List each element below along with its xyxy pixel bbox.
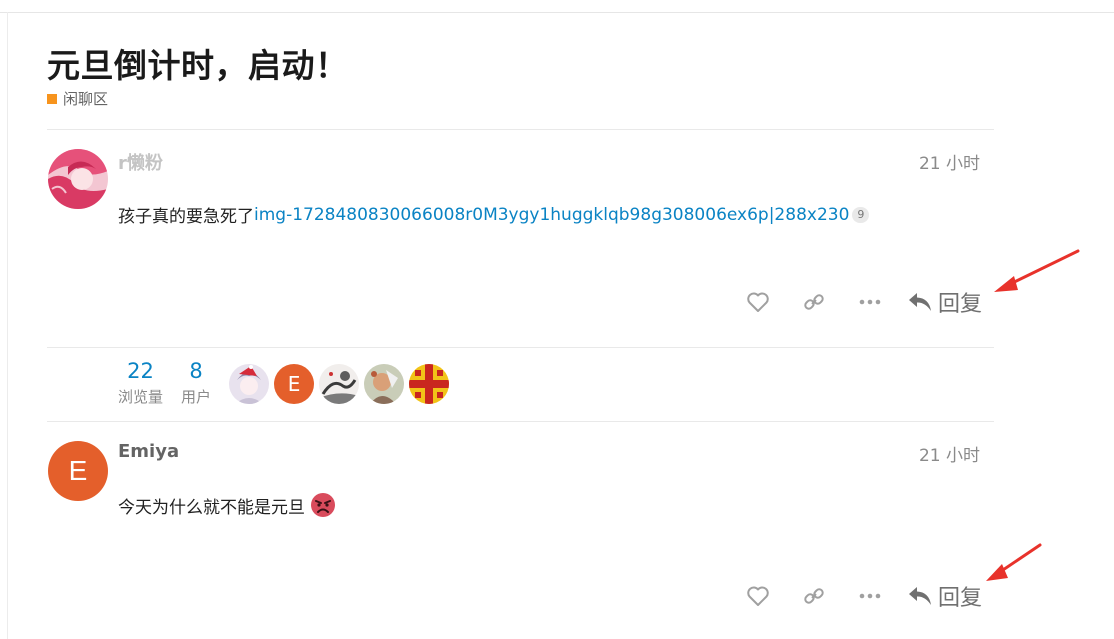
reply-label: 回复 — [937, 586, 982, 611]
participant-avatar[interactable] — [319, 364, 360, 404]
post-text: 今天为什么就不能是元旦 — [118, 497, 305, 518]
post-actions: 回复 — [746, 286, 982, 318]
image-link[interactable]: img-1728480830066008r0M3ygy1huggklqb98g3… — [254, 205, 849, 225]
category-badge[interactable]: 闲聊区 — [47, 88, 108, 109]
views-stat: 22 浏览量 — [118, 358, 163, 407]
post-divider — [47, 421, 994, 422]
post-content: 孩子真的要急死了 img-1728480830066008r0M3ygy1hug… — [118, 202, 870, 227]
reply-icon — [908, 293, 931, 311]
post-date[interactable]: 21 小时 — [919, 149, 980, 174]
users-stat: 8 用户 — [181, 358, 211, 407]
reply-icon — [908, 587, 931, 605]
views-label: 浏览量 — [118, 388, 164, 406]
avatar[interactable]: E — [48, 441, 108, 501]
more-icon[interactable] — [858, 290, 882, 314]
post-username[interactable]: r懒粉 — [118, 149, 163, 175]
users-label: 用户 — [181, 388, 212, 406]
link-icon[interactable] — [802, 584, 826, 608]
participant-avatar[interactable]: E — [274, 364, 315, 404]
heart-icon[interactable] — [746, 290, 770, 314]
views-count: 22 — [127, 359, 154, 383]
annotation-arrow — [994, 249, 1080, 292]
participant-avatar[interactable] — [229, 364, 270, 404]
topic-title[interactable]: 元旦倒计时，启动！ — [47, 42, 349, 90]
reply-label: 回复 — [937, 292, 982, 317]
more-icon[interactable] — [858, 584, 882, 608]
annotation-arrow — [986, 543, 1042, 581]
participant-avatar[interactable] — [364, 364, 405, 404]
avatar-image — [48, 149, 108, 209]
reply-button[interactable]: 回复 — [908, 286, 982, 318]
users-count: 8 — [189, 359, 203, 383]
link-click-count: 9 — [852, 206, 870, 223]
post-content: 今天为什么就不能是元旦 — [118, 492, 336, 518]
header-divider — [0, 12, 1114, 13]
angry-face-emoji — [311, 493, 335, 517]
post-username[interactable]: Emiya — [118, 441, 179, 462]
post-actions: 回复 — [746, 580, 982, 612]
post-date[interactable]: 21 小时 — [919, 441, 980, 466]
avatar-letter: E — [68, 455, 88, 486]
topic-map-divider — [47, 347, 994, 348]
link-icon[interactable] — [802, 290, 826, 314]
participant-avatar[interactable] — [409, 364, 450, 404]
category-label: 闲聊区 — [63, 90, 109, 108]
topic-map: 22 浏览量 8 用户 E — [118, 358, 454, 407]
post-text: 孩子真的要急死了 — [118, 207, 254, 227]
participant-avatars: E — [229, 364, 454, 404]
heart-icon[interactable] — [746, 584, 770, 608]
reply-button[interactable]: 回复 — [908, 580, 982, 612]
participant-letter: E — [287, 372, 301, 396]
post-divider — [47, 129, 994, 130]
avatar[interactable] — [48, 149, 108, 209]
sidebar-edge — [7, 12, 8, 639]
category-color-square — [47, 93, 57, 104]
